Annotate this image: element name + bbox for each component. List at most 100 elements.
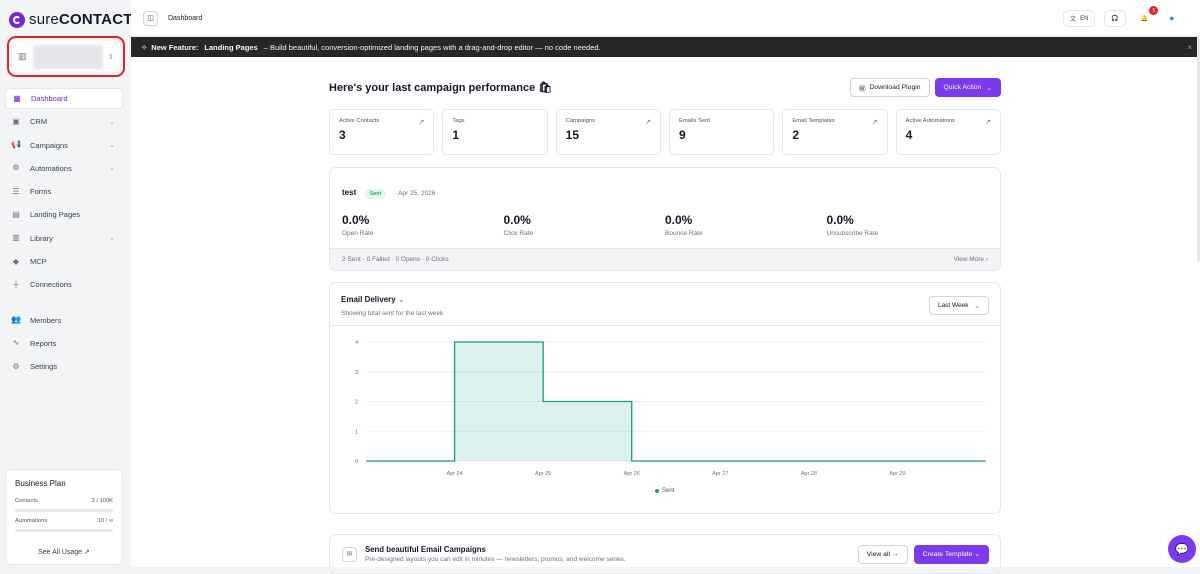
email-delivery-dropdown[interactable]: Email Delivery ⌄ [341, 295, 405, 304]
date-range-select[interactable]: Last Week ⌄ [928, 296, 989, 315]
x-tick-label: Apr 26 [624, 471, 640, 477]
grid-icon: ▦ [13, 93, 21, 103]
translate-icon: 文 [1070, 17, 1077, 23]
stat-card[interactable]: Campaigns 15 ↗ [555, 109, 661, 155]
sidebar-item-dashboard[interactable]: ▦ Dashboard [5, 88, 123, 109]
stat-label: Emails Sent [678, 118, 710, 124]
language-button[interactable]: 文 EN [1063, 10, 1096, 27]
sidebar-item-crm[interactable]: ▣ CRM ⌄ [5, 111, 123, 132]
status-badge: Sent [364, 189, 387, 199]
brand-name-b: CONTACT [58, 11, 133, 28]
megaphone-icon: 📢 [11, 140, 21, 150]
notification-badge: 5 [1149, 6, 1159, 15]
dashboard-content: Here's your last campaign performance 🛍 … [329, 68, 1001, 574]
sidebar-item-campaigns[interactable]: 📢 Campaigns ⌄ [5, 135, 123, 156]
sidebar-item-label: Reports [30, 338, 57, 348]
x-tick-label: Apr 29 [889, 471, 905, 477]
sidebar-item-forms[interactable]: ☰ Forms [5, 181, 123, 202]
y-tick-label: 0 [355, 459, 358, 465]
metric-label: Click Rate [503, 230, 534, 237]
workspace-name-redacted [32, 44, 103, 69]
arrow-up-right-icon: ↗ [871, 119, 878, 126]
campaign-date: · Apr 25, 2026 [394, 190, 436, 197]
see-all-usage-link[interactable]: See All Usage ↗ [15, 548, 113, 556]
notifications-button[interactable]: 🔔 5 [1135, 6, 1159, 27]
sidebar-item-settings[interactable]: ⚙ Settings [5, 356, 123, 377]
templates-promo-card: ✉ Send beautiful Email Campaigns Pre-des… [329, 534, 1001, 574]
chevron-down-icon: ⌄ [109, 235, 115, 243]
sidebar-item-connections[interactable]: ⏚ Connections [5, 274, 123, 295]
arrow-up-right-icon: ↗ [645, 119, 651, 126]
chevron-down-icon: ⌄ [986, 84, 992, 92]
metric-value: 0.0% [342, 213, 370, 227]
stat-card[interactable]: Active Contacts 3 ↗ [329, 109, 435, 155]
sidebar-item-members[interactable]: 👥 Members [5, 310, 123, 331]
diamond-icon: ◆ [1169, 16, 1174, 22]
chart-legend: Sent [655, 488, 674, 494]
sidebar-item-library[interactable]: ▥ Library ⌄ [5, 228, 123, 249]
metric: 0.0% Unsubscribe Rate [827, 213, 989, 237]
brand-logo[interactable]: sureCONTACT [9, 11, 133, 28]
stat-card[interactable]: Email Templates 2 ↗ [782, 109, 888, 155]
breadcrumb: Dashboard [168, 14, 203, 22]
support-button[interactable]: 🎧 [1104, 10, 1126, 27]
flow-icon: ⚙ [12, 163, 20, 173]
download-plugin-button[interactable]: Ⓦ Download Plugin [849, 78, 930, 97]
chat-icon[interactable]: 💬 [1168, 535, 1196, 563]
stat-label: Active Contacts [339, 118, 380, 124]
metric: 0.0% Click Rate [504, 213, 666, 237]
chevron-down-icon: ⌄ [974, 302, 980, 310]
create-template-button[interactable]: Create Template ⌄ [913, 544, 989, 564]
view-more-link[interactable]: View More › [953, 256, 988, 263]
stat-value: 2 [792, 128, 799, 142]
users-icon: 👥 [11, 315, 21, 325]
form-icon: ☰ [12, 186, 20, 196]
layout-icon: ▤ [12, 209, 20, 219]
chevron-updown-icon: ⇕ [108, 53, 114, 61]
campaign-card: test Sent · Apr 25, 2026 0.0% Open Rate 0.… [329, 167, 1001, 271]
contacts-usage-bar [15, 509, 113, 512]
quick-action-label: Quick Action [943, 84, 982, 91]
automations-usage-value: 10 / ∞ [97, 518, 113, 524]
stat-label: Campaigns [565, 118, 595, 124]
sidebar-item-label: MCP [30, 257, 47, 267]
stat-card[interactable]: Active Automations 4 ↗ [895, 109, 1001, 155]
sidebar-item-label: CRM [30, 117, 48, 127]
chevron-down-icon: ⌄ [397, 295, 405, 304]
automations-usage-label: Automations [15, 518, 48, 524]
metric-value: 0.0% [826, 213, 854, 227]
y-tick-label: 2 [355, 400, 358, 406]
stat-card[interactable]: Emails Sent 9 [668, 109, 775, 155]
feature-banner: ✧ New Feature: Landing Pages – Build bea… [131, 37, 1200, 57]
metric: 0.0% Open Rate [342, 213, 504, 237]
app-icon-button[interactable]: ◆ [1163, 10, 1180, 27]
sidebar-item-mcp[interactable]: ◆ MCP [5, 251, 123, 272]
workspace-switcher-highlight: ▥ ⇕ [7, 36, 125, 77]
workspace-switcher[interactable]: ▥ ⇕ [12, 41, 120, 72]
chevron-down-icon: ⌄ [109, 118, 115, 126]
sidebar-item-reports[interactable]: ∿ Reports [5, 333, 123, 354]
sidebar-item-label: Landing Pages [30, 210, 81, 220]
banner-text: – Build beautiful, conversion-optimized … [263, 42, 601, 52]
quick-action-button[interactable]: Quick Action ⌄ [934, 78, 1001, 97]
sidebar-toggle-button[interactable]: ◫ [143, 10, 158, 26]
sidebar-item-label: Members [30, 315, 62, 325]
stat-card[interactable]: Tags 1 [442, 109, 548, 155]
banner-prefix: New Feature: [151, 42, 199, 52]
main-area: ◫ Dashboard 文 EN 🎧 🔔 5 ◆ ✧ New Feature: La… [131, 0, 1200, 574]
metric-label: Unsubscribe Rate [826, 230, 879, 237]
stat-value: 15 [565, 128, 580, 142]
close-icon[interactable]: × [1187, 43, 1192, 52]
campaign-name[interactable]: test [342, 188, 356, 197]
sidebar-item-landing-pages[interactable]: ▤ Landing Pages [5, 204, 123, 225]
metric-label: Open Rate [342, 230, 374, 237]
plug-icon: ⏚ [12, 279, 20, 289]
view-all-button[interactable]: View all → [857, 544, 908, 564]
contacts-usage-value: 3 / 100K [91, 498, 113, 504]
arrow-up-right-icon: ↗ [985, 119, 991, 126]
stats-row: Active Contacts 3 ↗ Tags 1 Campaigns 15 ↗ Emails… [329, 109, 1001, 155]
banner-feature[interactable]: Landing Pages [204, 43, 257, 52]
sidebar-item-automations[interactable]: ⚙ Automations ⌄ [5, 158, 123, 179]
chevron-down-icon: ⌄ [109, 142, 115, 150]
stat-label: Email Templates [792, 118, 835, 124]
